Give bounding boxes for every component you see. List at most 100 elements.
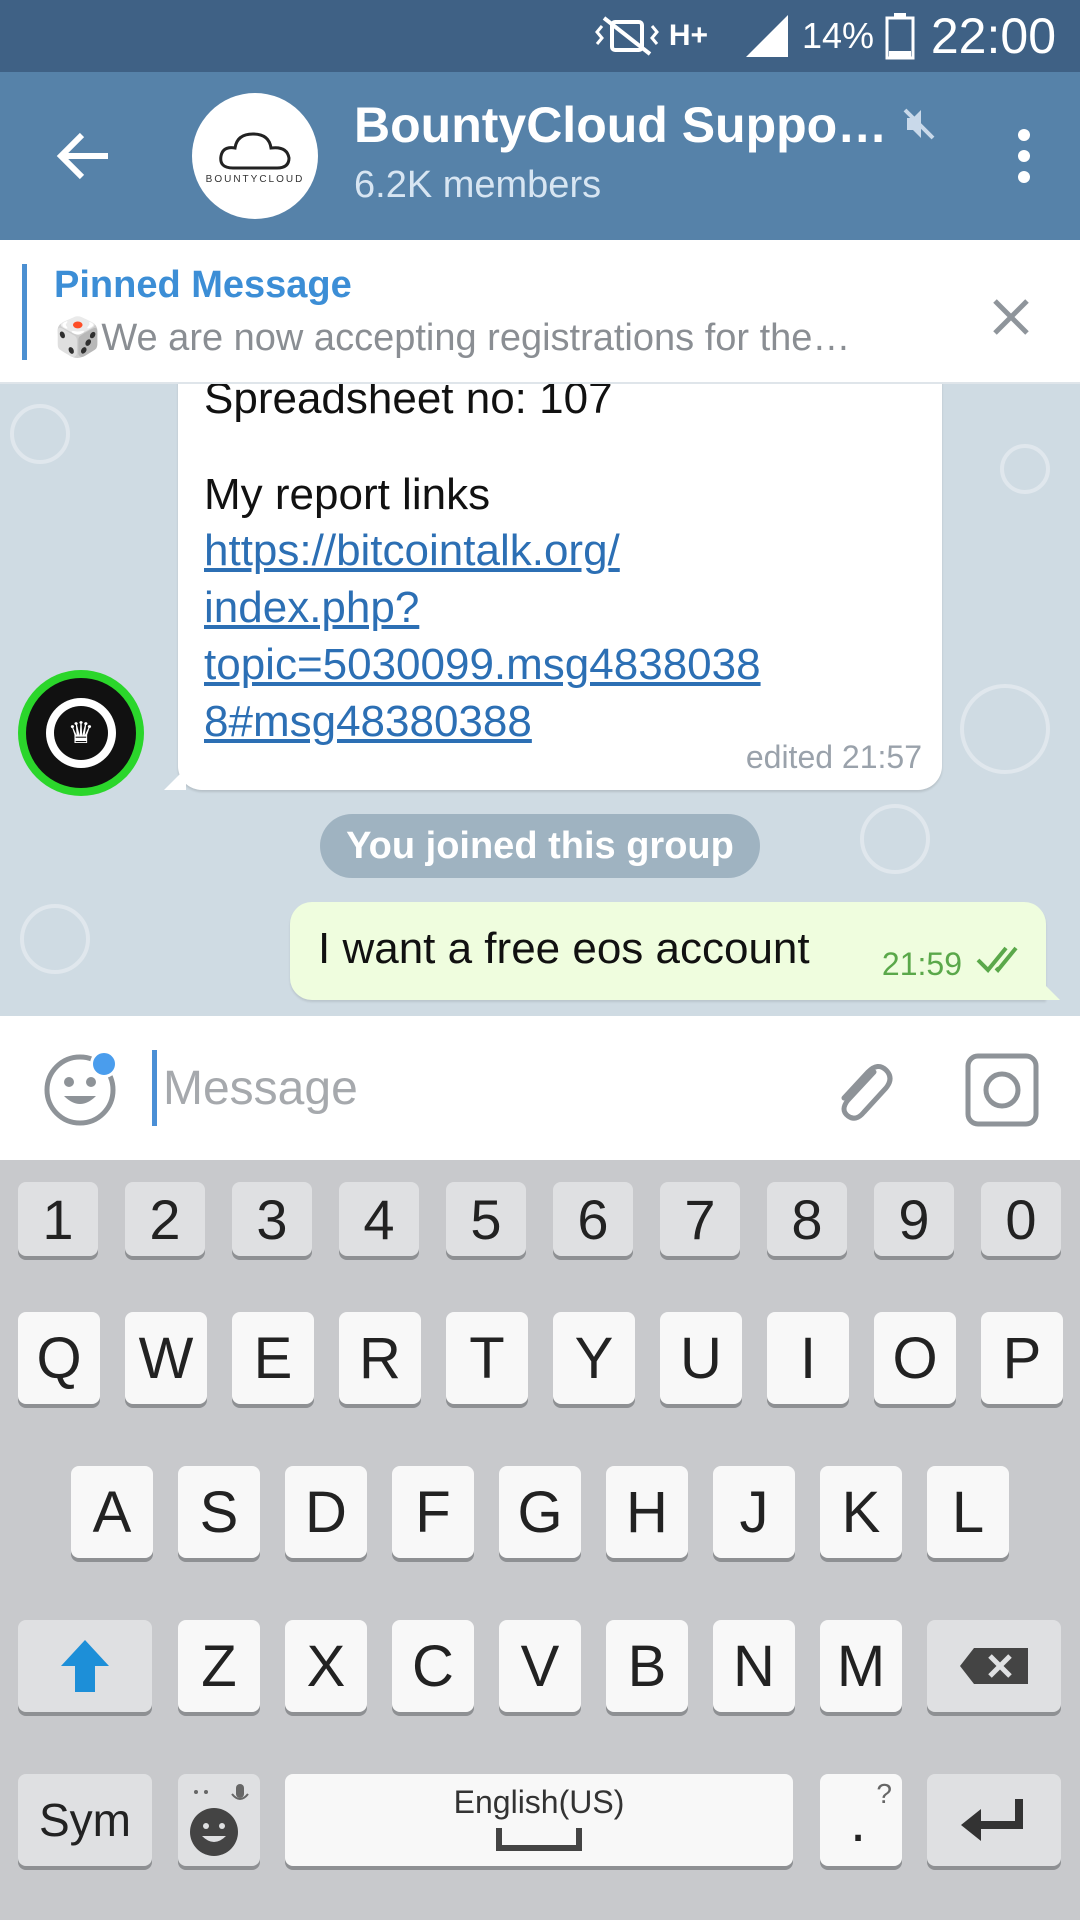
cloud-icon	[219, 131, 291, 169]
key-n[interactable]: N	[713, 1620, 795, 1712]
incoming-message-bubble: Spreadsheet no: 107 My report links http…	[164, 384, 942, 790]
key-5[interactable]: 5	[446, 1182, 526, 1256]
key-l[interactable]: L	[927, 1466, 1009, 1558]
keyboard-language-label: English(US)	[453, 1784, 625, 1820]
key-8[interactable]: 8	[767, 1182, 847, 1256]
message-text-line: Spreadsheet no: 107	[204, 384, 613, 423]
key-y[interactable]: Y	[553, 1312, 635, 1404]
key-a[interactable]: A	[71, 1466, 153, 1558]
background-doodle	[1000, 444, 1050, 494]
key-6[interactable]: 6	[553, 1182, 633, 1256]
vibrate-mute-icon	[592, 0, 662, 72]
sym-key[interactable]: Sym	[18, 1774, 152, 1866]
key-u[interactable]: U	[660, 1312, 742, 1404]
pinned-text: 🎲We are now accepting registrations for …	[54, 317, 851, 359]
double-check-icon	[976, 944, 1026, 979]
period-label: .	[850, 1789, 867, 1854]
key-t[interactable]: T	[446, 1312, 528, 1404]
space-bar-icon	[496, 1828, 582, 1851]
key-d[interactable]: D	[285, 1466, 367, 1558]
muted-icon	[901, 96, 937, 154]
paperclip-icon[interactable]	[826, 1054, 900, 1128]
key-h[interactable]: H	[606, 1466, 688, 1558]
backspace-icon	[960, 1648, 1028, 1684]
outgoing-message-text: I want a free eos account	[318, 924, 810, 973]
pinned-accent-line	[22, 264, 27, 360]
status-bar: H+ 14% 22:00	[0, 0, 1080, 72]
key-z[interactable]: Z	[178, 1620, 260, 1712]
key-j[interactable]: J	[713, 1466, 795, 1558]
group-avatar[interactable]: BOUNTYCLOUD	[192, 93, 318, 219]
key-k[interactable]: K	[820, 1466, 902, 1558]
key-2[interactable]: 2	[125, 1182, 205, 1256]
pinned-message-bar[interactable]: Pinned Message 🎲We are now accepting reg…	[0, 240, 1080, 384]
member-count: 6.2K members	[354, 164, 602, 206]
network-type: H+	[668, 19, 708, 52]
emoji-mic-icon	[190, 1784, 249, 1856]
avatar-brand-text: BOUNTYCLOUD	[205, 173, 305, 185]
key-9[interactable]: 9	[874, 1182, 954, 1256]
backspace-key[interactable]	[927, 1620, 1061, 1712]
key-3[interactable]: 3	[232, 1182, 312, 1256]
background-doodle	[960, 684, 1050, 774]
enter-icon	[961, 1799, 1023, 1841]
key-1[interactable]: 1	[18, 1182, 98, 1256]
message-composer	[0, 1016, 1080, 1160]
key-e[interactable]: E	[232, 1312, 314, 1404]
message-text-line: My report links	[204, 470, 491, 519]
chat-title-text: BountyCloud Suppo…	[354, 97, 888, 153]
message-time: edited 21:57	[745, 739, 922, 775]
space-key[interactable]: English(US)	[285, 1774, 793, 1866]
key-0[interactable]: 0	[981, 1182, 1061, 1256]
period-hint-label: ?	[876, 1778, 892, 1809]
key-i[interactable]: I	[767, 1312, 849, 1404]
key-p[interactable]: P	[981, 1312, 1063, 1404]
chat-title: BountyCloud Suppo…	[354, 96, 954, 154]
more-options-icon[interactable]	[994, 116, 1054, 196]
message-link[interactable]: https://bitcointalk.org/	[204, 526, 620, 576]
message-input[interactable]	[152, 1050, 792, 1126]
key-c[interactable]: C	[392, 1620, 474, 1712]
soft-keyboard: 1 2 3 4 5 6 7 8 9 0 Q W E R T Y U I O P …	[0, 1160, 1080, 1920]
key-g[interactable]: G	[499, 1466, 581, 1558]
background-doodle	[10, 404, 70, 464]
key-f[interactable]: F	[392, 1466, 474, 1558]
pinned-title: Pinned Message	[54, 264, 352, 306]
message-time: 21:59	[881, 946, 962, 982]
chat-title-area[interactable]: BountyCloud Suppo… 6.2K members	[354, 96, 954, 207]
key-7[interactable]: 7	[660, 1182, 740, 1256]
key-x[interactable]: X	[285, 1620, 367, 1712]
shift-key[interactable]	[18, 1620, 152, 1712]
key-w[interactable]: W	[125, 1312, 207, 1404]
period-key[interactable]: . ?	[820, 1774, 902, 1866]
chat-header: BOUNTYCLOUD BountyCloud Suppo… 6.2K memb…	[0, 72, 1080, 240]
emoji-voice-key[interactable]	[178, 1774, 260, 1866]
message-list[interactable]: Spreadsheet no: 107 My report links http…	[0, 384, 1080, 1016]
service-message: You joined this group	[320, 814, 760, 878]
background-doodle	[20, 904, 90, 974]
key-r[interactable]: R	[339, 1312, 421, 1404]
notification-dot	[90, 1050, 118, 1078]
message-link[interactable]: 8#msg48380388	[204, 697, 532, 747]
shift-arrow-icon	[61, 1640, 109, 1692]
enter-key[interactable]	[927, 1774, 1061, 1866]
signal-icon	[742, 0, 792, 72]
key-o[interactable]: O	[874, 1312, 956, 1404]
key-4[interactable]: 4	[339, 1182, 419, 1256]
key-b[interactable]: B	[606, 1620, 688, 1712]
key-s[interactable]: S	[178, 1466, 260, 1558]
outgoing-message[interactable]: I want a free eos account 21:59	[290, 902, 1060, 1000]
clock: 22:00	[930, 8, 1056, 64]
close-icon[interactable]	[986, 292, 1036, 342]
message-link[interactable]: topic=5030099.msg4838038	[204, 640, 761, 690]
key-q[interactable]: Q	[18, 1312, 100, 1404]
sender-avatar[interactable]: ♛	[18, 670, 144, 796]
camera-icon[interactable]	[964, 1052, 1040, 1128]
back-arrow-icon[interactable]	[44, 116, 124, 196]
key-m[interactable]: M	[820, 1620, 902, 1712]
jester-icon: ♛	[54, 706, 108, 760]
key-v[interactable]: V	[499, 1620, 581, 1712]
battery-icon	[884, 0, 916, 72]
message-link[interactable]: index.php?	[204, 583, 419, 633]
battery-percent: 14%	[801, 15, 874, 56]
